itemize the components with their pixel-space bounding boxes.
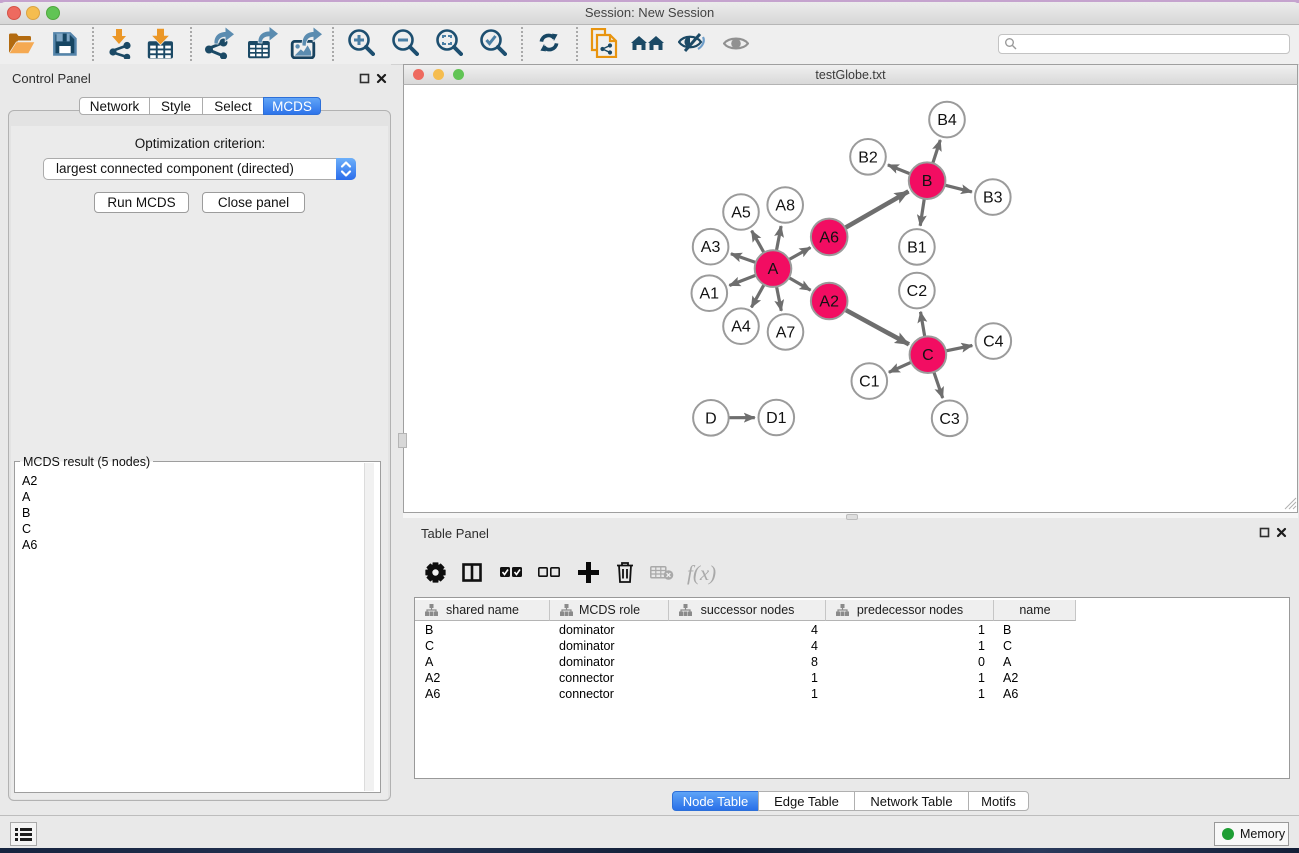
svg-text:A1: A1 — [700, 286, 720, 303]
svg-text:A2: A2 — [819, 294, 839, 311]
svg-text:A5: A5 — [731, 205, 751, 222]
svg-text:B2: B2 — [858, 149, 878, 166]
svg-text:C: C — [922, 347, 934, 364]
svg-text:A: A — [768, 261, 779, 278]
svg-text:C3: C3 — [939, 411, 960, 428]
svg-text:C2: C2 — [907, 283, 928, 300]
svg-text:D1: D1 — [766, 410, 787, 427]
svg-text:A4: A4 — [731, 319, 751, 336]
svg-text:B: B — [922, 173, 933, 190]
svg-text:C4: C4 — [983, 334, 1004, 351]
svg-text:A7: A7 — [776, 324, 796, 341]
svg-text:D: D — [705, 410, 717, 427]
svg-text:A6: A6 — [819, 229, 839, 246]
svg-text:A3: A3 — [701, 239, 721, 256]
svg-text:B3: B3 — [983, 190, 1003, 207]
svg-text:C1: C1 — [859, 374, 880, 391]
svg-text:B4: B4 — [937, 112, 957, 129]
svg-text:B1: B1 — [907, 239, 927, 256]
svg-text:A8: A8 — [775, 198, 795, 215]
